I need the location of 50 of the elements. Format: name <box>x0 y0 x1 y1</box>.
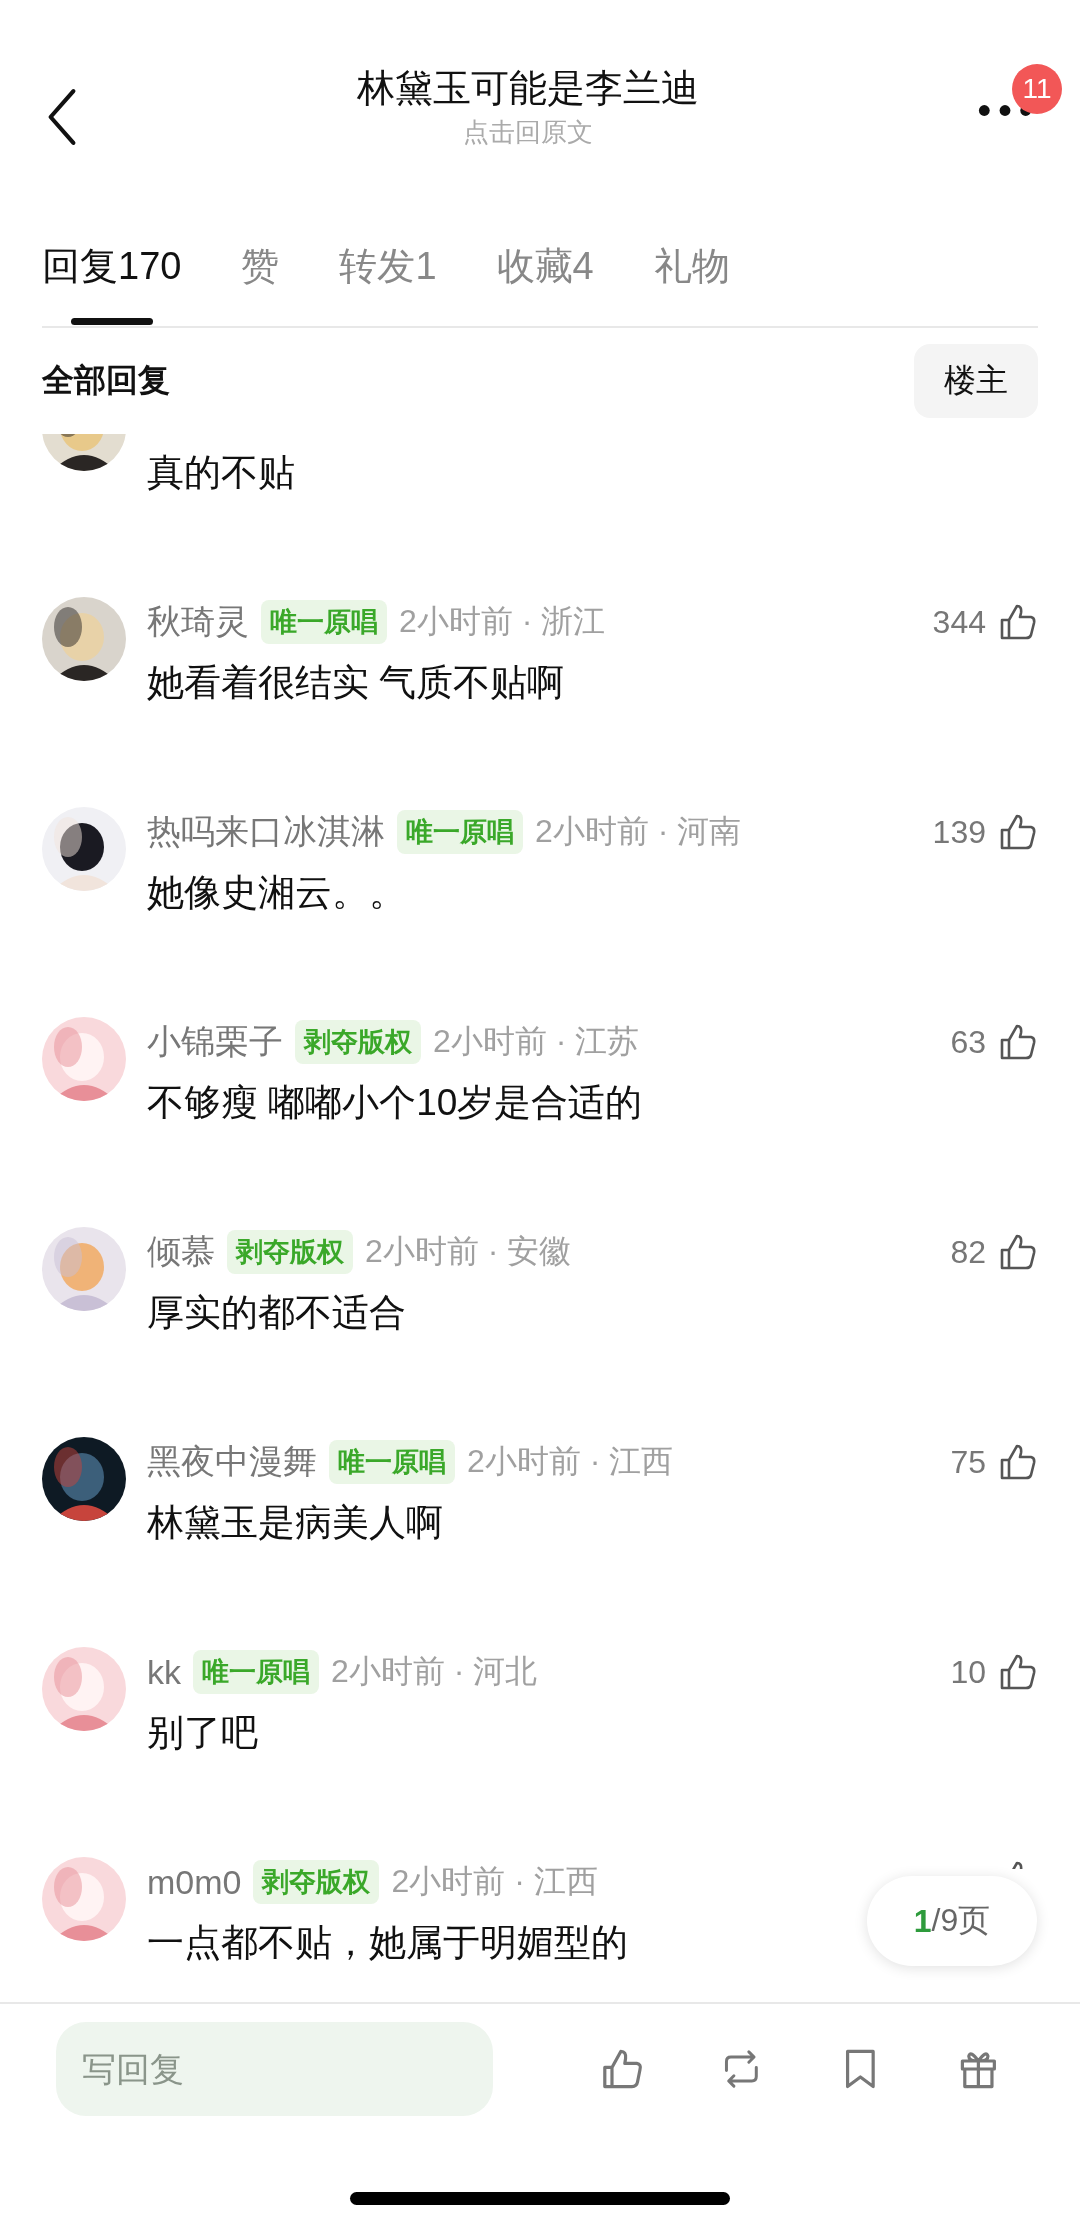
user-tag: 唯一原唱 <box>261 600 387 644</box>
like-count: 75 <box>950 1443 986 1481</box>
tab[interactable]: 收藏4 <box>496 236 594 296</box>
comment-text: 林黛玉是病美人啊 <box>147 1501 443 1545</box>
user-tag: 剥夺版权 <box>253 1860 380 1904</box>
user-tag: 唯一原唱 <box>329 1440 455 1484</box>
comment-text: 她像史湘云。。 <box>147 871 406 915</box>
comment-meta: 2小时前 · 安徽 <box>365 1232 572 1271</box>
user-name[interactable]: kk <box>147 1652 181 1692</box>
comment-meta: 2小时前 · 河南 <box>535 812 742 851</box>
user-tag: 剥夺版权 <box>295 1020 421 1064</box>
like-count: 344 <box>932 603 986 641</box>
user-name[interactable]: 倾慕 <box>147 1229 215 1275</box>
user-tag: 唯一原唱 <box>193 1650 319 1694</box>
comment-text: 一点都不贴，她属于明媚型的 <box>147 1921 628 1965</box>
comment-text: 别了吧 <box>147 1711 258 1755</box>
comment-meta: 2小时前 · 江西 <box>467 1442 674 1481</box>
back-icon[interactable] <box>46 88 78 146</box>
like-count: 82 <box>950 1233 986 1271</box>
back-to-post-link[interactable]: 点击回原文 <box>463 114 593 150</box>
comment-meta: 2小时前 · 浙江 <box>399 602 606 641</box>
like-count: 10 <box>950 1653 986 1691</box>
op-filter-button[interactable]: 楼主 <box>914 344 1038 418</box>
comment-text: 她看着很结实 气质不贴啊 <box>147 661 565 705</box>
post-title: 林黛玉可能是李兰迪 <box>357 66 699 111</box>
comment-meta: 2小时前 · 江苏 <box>433 1022 640 1061</box>
page-total: /9页 <box>931 1901 991 1940</box>
notification-badge: 11 <box>1012 64 1062 114</box>
comment-text: 厚实的都不适合 <box>147 1291 406 1335</box>
tab[interactable]: 赞 <box>241 236 280 296</box>
current-page: 1 <box>913 1902 932 1940</box>
comment-meta: 2小时前 · 江西 <box>391 1862 598 1901</box>
page-indicator[interactable]: 1/9页 <box>867 1876 1037 1966</box>
like-count: 63 <box>950 1023 986 1061</box>
comment-text: 不够瘦 嘟嘟小个10岁是合适的 <box>147 1081 643 1125</box>
user-name[interactable]: 热吗来口冰淇淋 <box>147 809 385 855</box>
tab[interactable]: 转发1 <box>339 236 437 296</box>
reply-input-field[interactable]: 写回复 <box>56 2022 493 2116</box>
user-name[interactable]: 黑夜中漫舞 <box>147 1439 317 1485</box>
section-title: 全部回复 <box>42 361 170 400</box>
like-count: 139 <box>932 813 986 851</box>
tab[interactable]: 礼物 <box>653 236 730 296</box>
user-tag: 唯一原唱 <box>397 810 523 854</box>
user-name[interactable]: m0m0 <box>147 1862 242 1902</box>
user-tag: 剥夺版权 <box>227 1230 353 1274</box>
comment-text: 真的不贴 <box>147 451 295 495</box>
user-name[interactable]: 秋琦灵 <box>147 599 249 645</box>
tab[interactable]: 回复170 <box>42 236 182 296</box>
user-name[interactable]: 小锦栗子 <box>147 1019 283 1065</box>
comment-meta: 2小时前 · 河北 <box>331 1652 538 1691</box>
